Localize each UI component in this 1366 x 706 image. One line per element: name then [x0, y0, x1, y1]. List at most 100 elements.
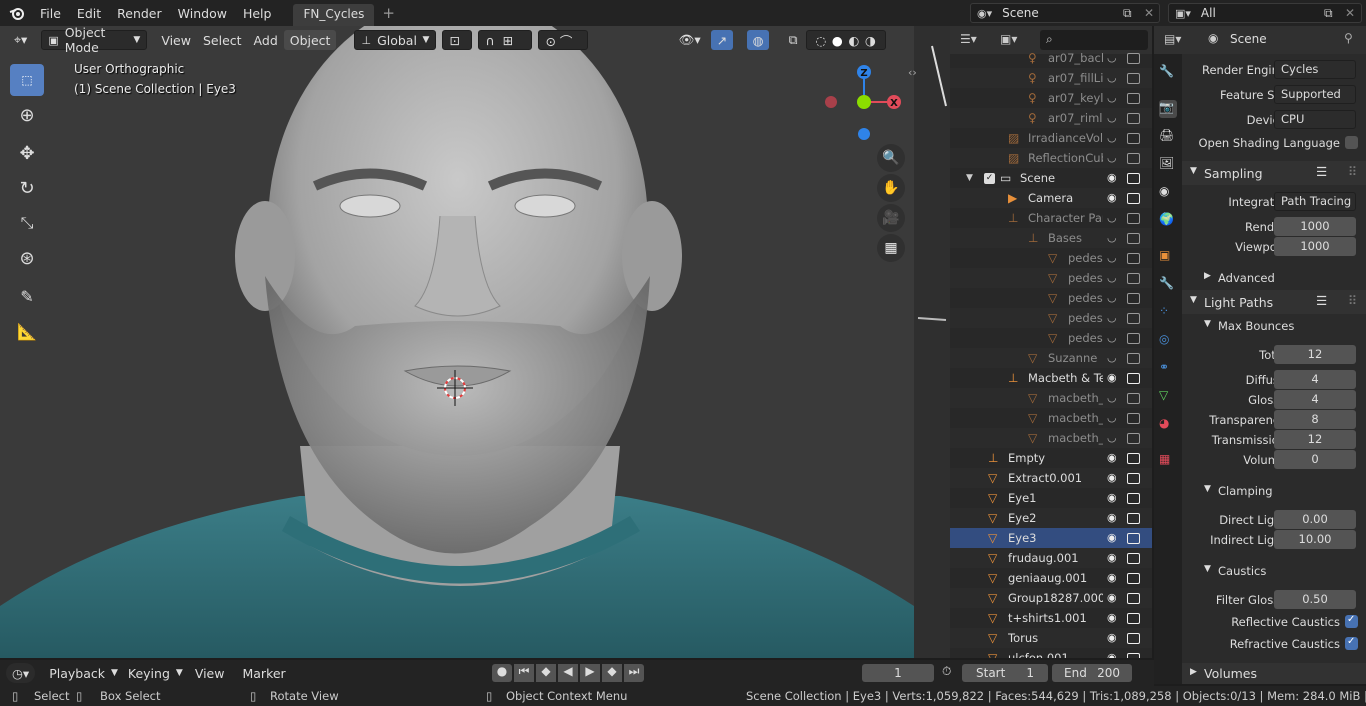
next-keyframe-icon[interactable]: ◆	[602, 664, 622, 682]
rendered-shading-icon[interactable]: ◑	[865, 33, 876, 48]
eye-icon[interactable]: ◉	[1107, 612, 1121, 624]
data-tab-icon[interactable]: ▽	[1159, 388, 1177, 406]
render-camera-icon[interactable]	[1127, 372, 1140, 384]
outliner-search[interactable]: ⌕	[1040, 30, 1148, 50]
volumes-panel-header[interactable]: ▶ Volumes	[1182, 663, 1366, 684]
eye-icon[interactable]: ◉	[1107, 632, 1121, 644]
outliner-row[interactable]: ▽ macbeth_ ◡	[950, 428, 1152, 448]
zoom-button[interactable]: 🔍	[877, 144, 905, 172]
menu-window[interactable]: Window	[170, 6, 235, 21]
eye-closed-icon[interactable]: ◡	[1107, 152, 1121, 164]
record-icon[interactable]: ●	[492, 664, 512, 682]
add-workspace-button[interactable]: +	[382, 4, 395, 22]
render-camera-icon[interactable]	[1127, 332, 1140, 344]
render-camera-icon[interactable]	[1127, 112, 1140, 124]
osl-checkbox[interactable]	[1345, 136, 1358, 149]
tool-tab-icon[interactable]: 🔧	[1159, 64, 1177, 82]
render-camera-icon[interactable]	[1127, 172, 1140, 184]
scale-tool[interactable]: ⤡	[10, 207, 44, 239]
outliner-row[interactable]: ▽ pedes ◡	[950, 288, 1152, 308]
render-camera-icon[interactable]	[1127, 92, 1140, 104]
render-camera-icon[interactable]	[1127, 432, 1140, 444]
copy-scene-icon[interactable]: ⧉	[1123, 6, 1132, 21]
outliner-row[interactable]: ▽ frudaug.001 ◉	[950, 548, 1152, 568]
view-layer-tab-icon[interactable]: 🖼	[1159, 156, 1177, 174]
jump-start-icon[interactable]: ⏮	[514, 664, 534, 682]
transform-tool[interactable]: ⊛	[10, 242, 44, 274]
render-camera-icon[interactable]	[1127, 152, 1140, 164]
outliner-row[interactable]: ▽ pedes ◡	[950, 308, 1152, 328]
modifier-tab-icon[interactable]: 🔧	[1159, 276, 1177, 294]
close-scene-icon[interactable]: ✕	[1144, 6, 1154, 20]
outliner-row[interactable]: ♀ ar07_bacl ◡	[950, 48, 1152, 68]
copy-layer-icon[interactable]: ⧉	[1324, 6, 1333, 21]
eye-closed-icon[interactable]: ◡	[1107, 52, 1121, 64]
collection-checkbox[interactable]: ✓	[984, 172, 995, 184]
eye-closed-icon[interactable]: ◡	[1107, 432, 1121, 444]
eye-closed-icon[interactable]: ◡	[1107, 212, 1121, 224]
eye-icon[interactable]: ◉	[1107, 172, 1121, 184]
constraints-tab-icon[interactable]: ⚭	[1159, 360, 1177, 378]
measure-tool[interactable]: 📐	[10, 315, 44, 347]
render-camera-icon[interactable]	[1127, 392, 1140, 404]
eye-icon[interactable]: ◉	[1107, 592, 1121, 604]
presets-icon[interactable]: ☰	[1316, 164, 1327, 179]
eye-closed-icon[interactable]: ◡	[1107, 112, 1121, 124]
overlays-button[interactable]: ◍	[746, 30, 769, 50]
diffuse-field[interactable]: 4	[1274, 370, 1356, 389]
output-tab-icon[interactable]: 🖨	[1159, 128, 1177, 146]
outliner-row[interactable]: ▽ ulcfon.001 ◉	[950, 648, 1152, 658]
eye-icon[interactable]: ◉	[1107, 372, 1121, 384]
viewport-samples-field[interactable]: 1000	[1274, 237, 1356, 256]
max-bounces-subpanel[interactable]: ▼ Max Bounces	[1182, 315, 1366, 337]
physics-tab-icon[interactable]: ◎	[1159, 332, 1177, 350]
transmission-field[interactable]: 12	[1274, 430, 1356, 449]
refractive-caustics-checkbox[interactable]: ✓	[1345, 636, 1358, 650]
feature-set-select[interactable]: Supported	[1274, 85, 1356, 104]
outliner-row[interactable]: ▼ ✓ ▭ Scene ◉	[950, 168, 1152, 188]
outliner-row[interactable]: ▽ geniaaug.001 ◉	[950, 568, 1152, 588]
clamping-subpanel[interactable]: ▼ Clamping	[1182, 480, 1366, 502]
render-camera-icon[interactable]	[1127, 252, 1140, 264]
menu-help[interactable]: Help	[235, 6, 280, 21]
proportional-edit-button[interactable]: ⊙ ⌒	[538, 30, 589, 50]
eye-icon[interactable]: ◉	[1107, 532, 1121, 544]
close-layer-icon[interactable]: ✕	[1345, 6, 1355, 20]
eye-icon[interactable]: ◉	[1107, 452, 1121, 464]
menu-file[interactable]: File	[32, 6, 69, 21]
xray-button[interactable]: ⧉	[783, 30, 804, 50]
viewport-scene[interactable]	[0, 26, 914, 658]
pin-icon[interactable]: ⚲	[1344, 31, 1353, 45]
editor-type-button[interactable]: ⌖▾	[8, 30, 33, 50]
camera-view-button[interactable]: 🎥	[877, 204, 905, 232]
render-camera-icon[interactable]	[1127, 452, 1140, 464]
properties-editor-icon[interactable]: ▤▾	[1164, 32, 1181, 46]
eye-closed-icon[interactable]: ◡	[1107, 392, 1121, 404]
menu-marker[interactable]: Marker	[236, 663, 291, 683]
play-icon[interactable]: ▶	[580, 664, 600, 682]
outliner-row[interactable]: ♀ ar07_keyl ◡	[950, 88, 1152, 108]
sampling-panel-header[interactable]: ▼ Sampling ☰ ⠿	[1182, 161, 1366, 185]
scene-tab-icon[interactable]: ◉	[1159, 184, 1177, 202]
timeline-editor-button[interactable]: ◷▾	[6, 663, 36, 683]
display-mode-icon[interactable]: ▣▾	[1000, 32, 1017, 46]
render-camera-icon[interactable]	[1127, 552, 1140, 564]
visibility-button[interactable]: 👁▾	[672, 30, 706, 50]
caustics-subpanel[interactable]: ▼ Caustics	[1182, 560, 1366, 582]
drag-handle-icon[interactable]: ⠿	[1348, 293, 1357, 308]
render-camera-icon[interactable]	[1127, 512, 1140, 524]
indirect-light-field[interactable]: 10.00	[1274, 530, 1356, 549]
play-reverse-icon[interactable]: ◀	[558, 664, 578, 682]
pan-button[interactable]: ✋	[877, 174, 905, 202]
material-shading-icon[interactable]: ◐	[848, 33, 859, 48]
render-engine-select[interactable]: Cycles	[1274, 60, 1356, 79]
stopwatch-icon[interactable]: ⏱	[942, 664, 951, 679]
menu-render[interactable]: Render	[109, 6, 170, 21]
menu-edit[interactable]: Edit	[69, 6, 109, 21]
render-camera-icon[interactable]	[1127, 272, 1140, 284]
render-camera-icon[interactable]	[1127, 592, 1140, 604]
outliner-row[interactable]: ▽ pedes ◡	[950, 248, 1152, 268]
glossy-field[interactable]: 4	[1274, 390, 1356, 409]
outliner-row[interactable]: ▶ Camera ◉	[950, 188, 1152, 208]
eye-closed-icon[interactable]: ◡	[1107, 292, 1121, 304]
